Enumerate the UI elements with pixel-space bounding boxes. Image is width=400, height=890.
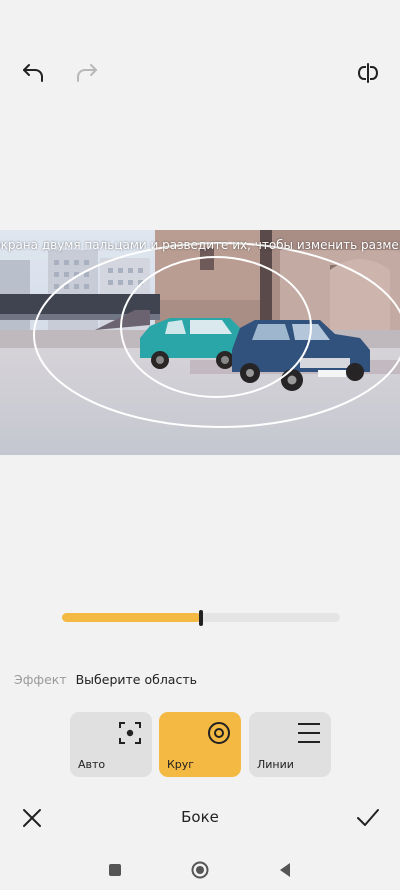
redo-button[interactable] [70, 58, 104, 88]
compare-icon [357, 63, 379, 83]
undo-icon [23, 64, 43, 82]
lines-icon [298, 723, 320, 743]
undo-button[interactable] [16, 58, 50, 88]
triangle-back-icon [280, 863, 290, 877]
circle-target-icon [208, 722, 230, 744]
mode-label: Авто [78, 758, 106, 771]
circle-icon [191, 861, 209, 879]
recents-button[interactable] [100, 858, 130, 882]
mode-card-circle[interactable]: Круг [159, 712, 241, 777]
photo-canvas[interactable] [0, 230, 400, 455]
confirm-button[interactable] [350, 802, 386, 834]
mode-label: Линии [257, 758, 294, 771]
slider-fill [62, 613, 201, 622]
check-icon [357, 809, 379, 826]
slider-handle[interactable] [199, 610, 203, 626]
focus-auto-icon [119, 722, 141, 744]
effect-value: Выберите область [75, 672, 197, 687]
redo-icon [77, 64, 97, 82]
tool-title: Боке [181, 808, 219, 826]
effect-row: Эффект Выберите область [14, 672, 197, 688]
home-button[interactable] [185, 856, 215, 884]
mode-card-auto[interactable]: Авто [70, 712, 152, 777]
effect-label: Эффект [14, 672, 67, 687]
compare-button[interactable] [352, 58, 384, 88]
mode-card-lines[interactable]: Линии [249, 712, 331, 777]
system-navigation-bar [0, 850, 400, 890]
mode-label: Круг [167, 758, 195, 771]
gesture-hint: экрана двумя пальцами и разведите их, чт… [0, 238, 400, 252]
square-icon [109, 864, 121, 876]
back-button[interactable] [270, 858, 300, 882]
